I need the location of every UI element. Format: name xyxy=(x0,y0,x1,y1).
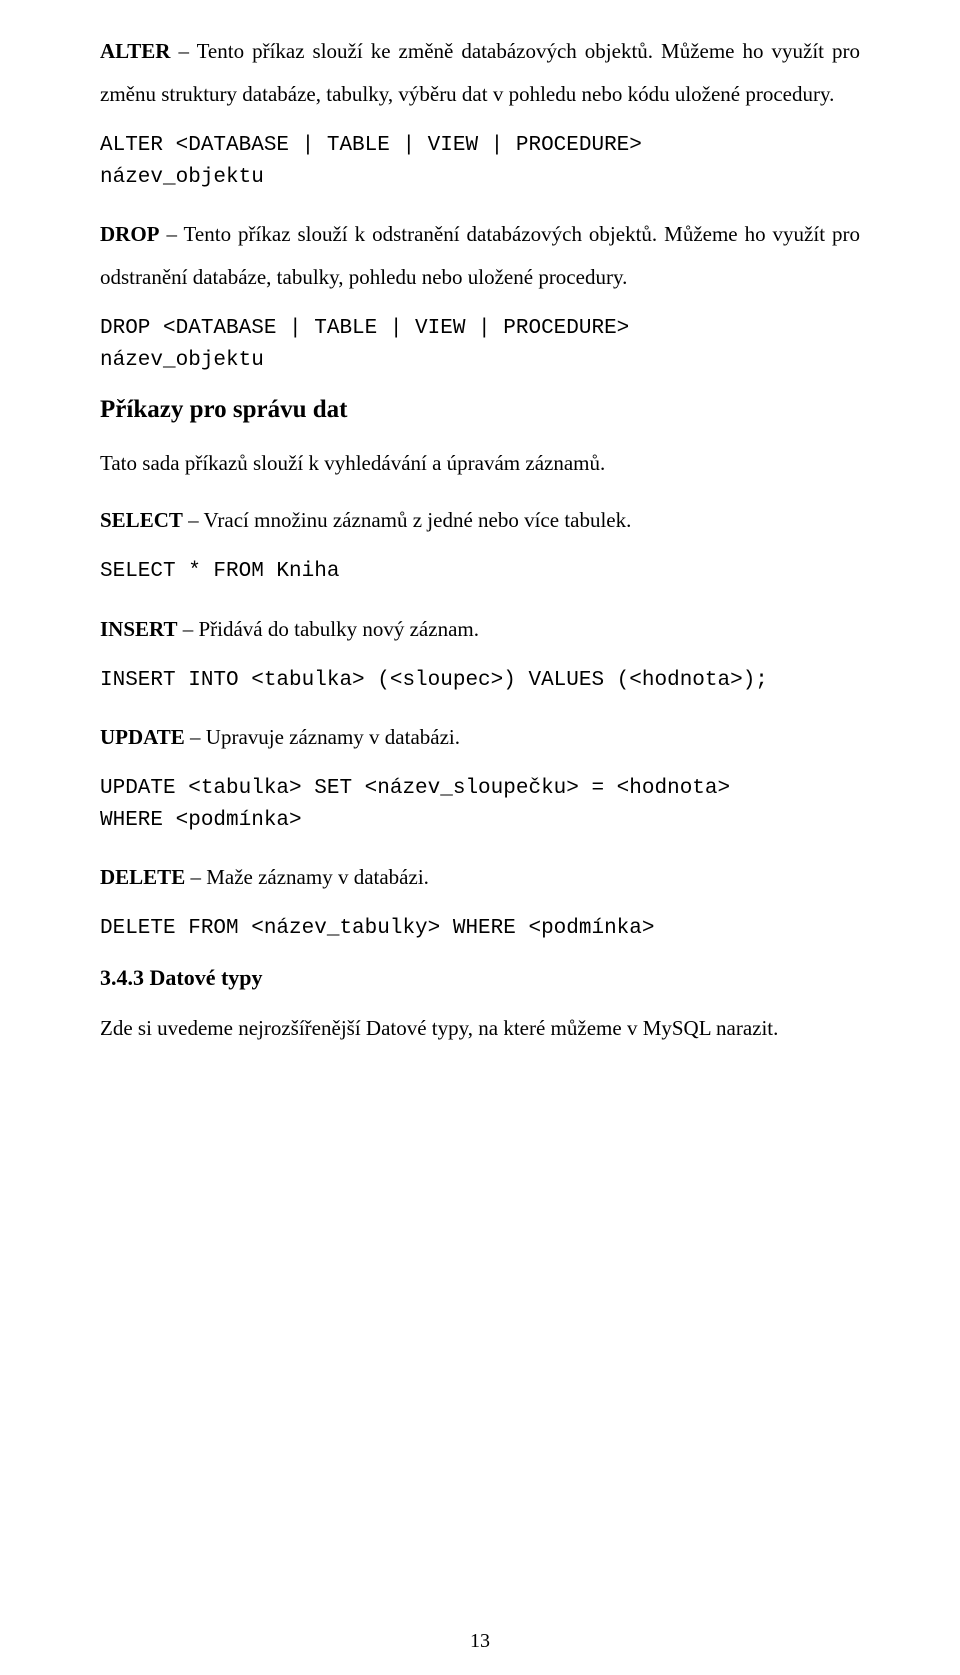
text-drop-desc: – Tento příkaz slouží k odstranění datab… xyxy=(100,222,860,289)
term-select: SELECT xyxy=(100,508,183,532)
term-delete: DELETE xyxy=(100,865,185,889)
text-update-desc: – Upravuje záznamy v databázi. xyxy=(185,725,460,749)
paragraph-datatypes: Zde si uvedeme nejrozšířenější Datové ty… xyxy=(100,1007,860,1050)
code-insert: INSERT INTO <tabulka> (<sloupec>) VALUES… xyxy=(100,665,860,697)
paragraph-delete: DELETE – Maže záznamy v databázi. xyxy=(100,856,860,899)
code-select: SELECT * FROM Kniha xyxy=(100,556,860,588)
paragraph-alter: ALTER – Tento příkaz slouží ke změně dat… xyxy=(100,30,860,116)
paragraph-update: UPDATE – Upravuje záznamy v databázi. xyxy=(100,716,860,759)
code-delete: DELETE FROM <název_tabulky> WHERE <podmí… xyxy=(100,913,860,945)
code-drop: DROP <DATABASE | TABLE | VIEW | PROCEDUR… xyxy=(100,313,860,376)
text-alter-desc: – Tento příkaz slouží ke změně databázov… xyxy=(100,39,860,106)
term-insert: INSERT xyxy=(100,617,177,641)
heading-datatypes: 3.4.3 Datové typy xyxy=(100,965,860,991)
paragraph-intro: Tato sada příkazů slouží k vyhledávání a… xyxy=(100,442,860,485)
term-alter: ALTER xyxy=(100,39,170,63)
code-update: UPDATE <tabulka> SET <název_sloupečku> =… xyxy=(100,773,860,836)
text-insert-desc: – Přidává do tabulky nový záznam. xyxy=(177,617,479,641)
paragraph-drop: DROP – Tento příkaz slouží k odstranění … xyxy=(100,213,860,299)
heading-commands: Příkazy pro správu dat xyxy=(100,396,860,424)
text-select-desc: – Vrací množinu záznamů z jedné nebo víc… xyxy=(183,508,632,532)
text-delete-desc: – Maže záznamy v databázi. xyxy=(185,865,429,889)
page-number: 13 xyxy=(0,1630,960,1653)
code-alter: ALTER <DATABASE | TABLE | VIEW | PROCEDU… xyxy=(100,130,860,193)
term-update: UPDATE xyxy=(100,725,185,749)
paragraph-insert: INSERT – Přidává do tabulky nový záznam. xyxy=(100,608,860,651)
document-page: ALTER – Tento příkaz slouží ke změně dat… xyxy=(0,0,960,1675)
paragraph-select: SELECT – Vrací množinu záznamů z jedné n… xyxy=(100,499,860,542)
term-drop: DROP xyxy=(100,222,160,246)
